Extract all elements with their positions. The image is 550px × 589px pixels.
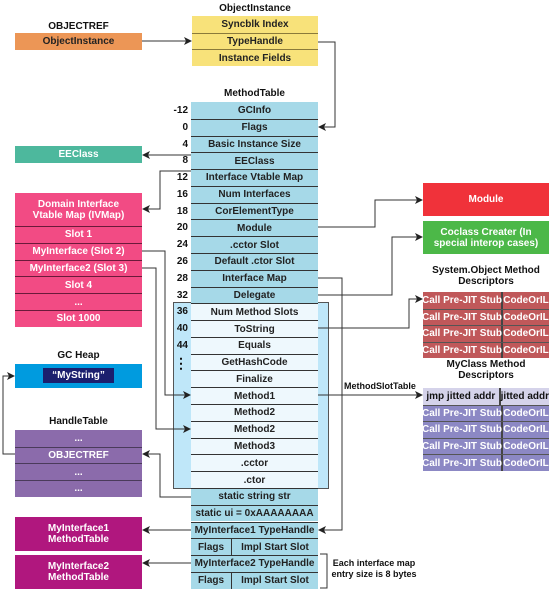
arrow-handle-to-gcheap bbox=[2, 372, 15, 455]
arrow-delegate bbox=[318, 233, 423, 296]
entry-size-bracket bbox=[320, 553, 328, 589]
clr-object-layout-diagram: OBJECTREF ObjectInstance ObjectInstance … bbox=[0, 0, 550, 589]
arrow-module bbox=[318, 196, 423, 228]
arrow-ivmap bbox=[142, 170, 191, 213]
arrow-interface-map bbox=[318, 277, 343, 534]
connector-arrows bbox=[2, 37, 423, 589]
arrow-slot3-method2 bbox=[142, 267, 191, 433]
arrow-slot2-method1 bbox=[142, 250, 191, 399]
arrow-tostring bbox=[318, 295, 423, 329]
arrow-typehandle-to-methodtable bbox=[318, 41, 336, 131]
arrow-static-string bbox=[142, 450, 191, 498]
